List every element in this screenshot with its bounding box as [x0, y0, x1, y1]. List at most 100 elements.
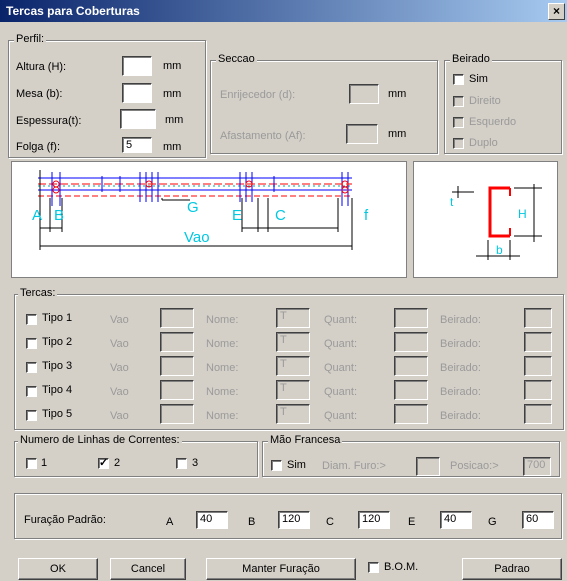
tipo-3-quant-input[interactable] [394, 356, 428, 376]
ok-button[interactable]: OK [18, 558, 98, 580]
tipo-3-beirado-input[interactable] [524, 356, 552, 376]
mesa-label: Mesa (b): [16, 88, 63, 100]
tipo-4-vao-label: Vao [110, 386, 129, 398]
hole-marks [51, 172, 349, 206]
tipo-5-vao-input[interactable] [160, 404, 194, 424]
tipo-1-nome-input[interactable]: T [276, 308, 310, 328]
beirado-direito-checkbox[interactable] [453, 96, 464, 107]
tipo-3-checkbox[interactable] [26, 362, 37, 373]
section-profile-diagram: t H b [413, 161, 558, 278]
cancel-button[interactable]: Cancel [110, 558, 186, 580]
beirado-esquerdo-checkbox[interactable] [453, 117, 464, 128]
enrijecedor-input[interactable] [349, 84, 379, 104]
furacao-b-input[interactable]: 120 [278, 511, 310, 529]
mao-sim-checkbox[interactable] [271, 460, 282, 471]
espessura-label: Espessura(t): [16, 115, 82, 127]
tipo-3-label: Tipo 3 [42, 360, 73, 372]
purlin-beam [38, 177, 352, 197]
beirado-duplo-label: Duplo [469, 137, 498, 149]
tipo-1-vao-label: Vao [110, 314, 129, 326]
tercas-legend: Tercas: [18, 287, 58, 299]
mao-francesa-legend: Mão Francesa [268, 434, 343, 446]
posicao-label: Posicao:> [450, 460, 499, 472]
altura-input[interactable] [122, 56, 152, 76]
tipo-2-vao-input[interactable] [160, 332, 194, 352]
close-button[interactable]: × [548, 3, 565, 20]
tipo-2-label: Tipo 2 [42, 336, 73, 348]
tipo-5-beirado-label: Beirado: [440, 410, 481, 422]
diam-furo-input[interactable] [416, 457, 440, 476]
tipo-1-label: Tipo 1 [42, 312, 73, 324]
tipo-2-checkbox[interactable] [26, 338, 37, 349]
furacao-c-input[interactable]: 120 [358, 511, 390, 529]
label-E: E [232, 207, 242, 224]
tipo-1-quant-input[interactable] [394, 308, 428, 328]
tipo-3-beirado-label: Beirado: [440, 362, 481, 374]
tipo-3-nome-label: Nome: [206, 362, 239, 374]
diam-furo-label: Diam. Furo:> [322, 460, 386, 472]
afastamento-label: Afastamento (Af): [220, 130, 306, 142]
tipo-4-beirado-input[interactable] [524, 380, 552, 400]
tipo-3-quant-label: Quant: [324, 362, 358, 374]
mesa-unit: mm [163, 88, 182, 100]
purlin-layout-diagram: A B G E C f Vao [11, 161, 407, 278]
padrao-button[interactable]: Padrao [462, 558, 562, 580]
tipo-4-quant-input[interactable] [394, 380, 428, 400]
label-C: C [275, 207, 286, 224]
tipo-3-vao-input[interactable] [160, 356, 194, 376]
espessura-input[interactable] [120, 109, 156, 129]
label-A: A [32, 207, 42, 224]
furacao-b-label: B [248, 516, 256, 528]
mao-francesa-group [262, 441, 560, 477]
tipo-4-beirado-label: Beirado: [440, 386, 481, 398]
tipo-5-quant-label: Quant: [324, 410, 358, 422]
manter-furacao-button[interactable]: Manter Furação [206, 558, 356, 580]
tipo-1-vao-input[interactable] [160, 308, 194, 328]
tipo-1-quant-label: Quant: [324, 314, 358, 326]
enrijecedor-label: Enrijecedor (d): [220, 89, 296, 101]
furacao-g-input[interactable]: 60 [522, 511, 554, 529]
tipo-4-vao-input[interactable] [160, 380, 194, 400]
folga-input[interactable]: 5 [122, 137, 152, 153]
tipo-4-nome-label: Nome: [206, 386, 239, 398]
correntes-2-checkbox[interactable]: ✓ [98, 458, 109, 469]
posicao-input[interactable]: 700 [523, 457, 551, 476]
furacao-g-label: G [488, 516, 497, 528]
tipo-4-nome-input[interactable]: T [276, 380, 310, 400]
correntes-group [14, 441, 258, 477]
tipo-5-nome-input[interactable]: T [276, 404, 310, 424]
tipo-4-checkbox[interactable] [26, 386, 37, 397]
tipo-5-beirado-input[interactable] [524, 404, 552, 424]
label-H: H [518, 207, 527, 221]
afastamento-unit: mm [388, 128, 407, 140]
hole-circles [52, 180, 349, 194]
tipo-1-checkbox[interactable] [26, 314, 37, 325]
label-Vao: Vao [184, 229, 210, 246]
espessura-unit: mm [165, 114, 184, 126]
label-G: G [187, 199, 199, 216]
seccao-legend: Seccao [216, 53, 257, 65]
tipo-5-quant-input[interactable] [394, 404, 428, 424]
correntes-1-checkbox[interactable] [26, 458, 37, 469]
correntes-3-checkbox[interactable] [176, 458, 187, 469]
beirado-direito-label: Direito [469, 95, 501, 107]
correntes-legend: Numero de Linhas de Correntes: [18, 434, 182, 446]
beirado-duplo-checkbox[interactable] [453, 138, 464, 149]
tipo-5-vao-label: Vao [110, 410, 129, 422]
mesa-input[interactable] [122, 83, 152, 103]
tipo-4-label: Tipo 4 [42, 384, 73, 396]
beirado-legend: Beirado [450, 53, 492, 65]
tipo-2-nome-input[interactable]: T [276, 332, 310, 352]
furacao-a-input[interactable]: 40 [196, 511, 228, 529]
tipo-2-quant-input[interactable] [394, 332, 428, 352]
tipo-3-nome-input[interactable]: T [276, 356, 310, 376]
bom-checkbox[interactable] [368, 562, 379, 573]
furacao-e-input[interactable]: 40 [440, 511, 472, 529]
label-b: b [496, 243, 503, 257]
tipo-5-checkbox[interactable] [26, 410, 37, 421]
correntes-2-label: 2 [114, 457, 121, 469]
beirado-sim-checkbox[interactable] [453, 74, 464, 85]
tipo-1-beirado-input[interactable] [524, 308, 552, 328]
afastamento-input[interactable] [346, 124, 378, 144]
tipo-2-beirado-input[interactable] [524, 332, 552, 352]
